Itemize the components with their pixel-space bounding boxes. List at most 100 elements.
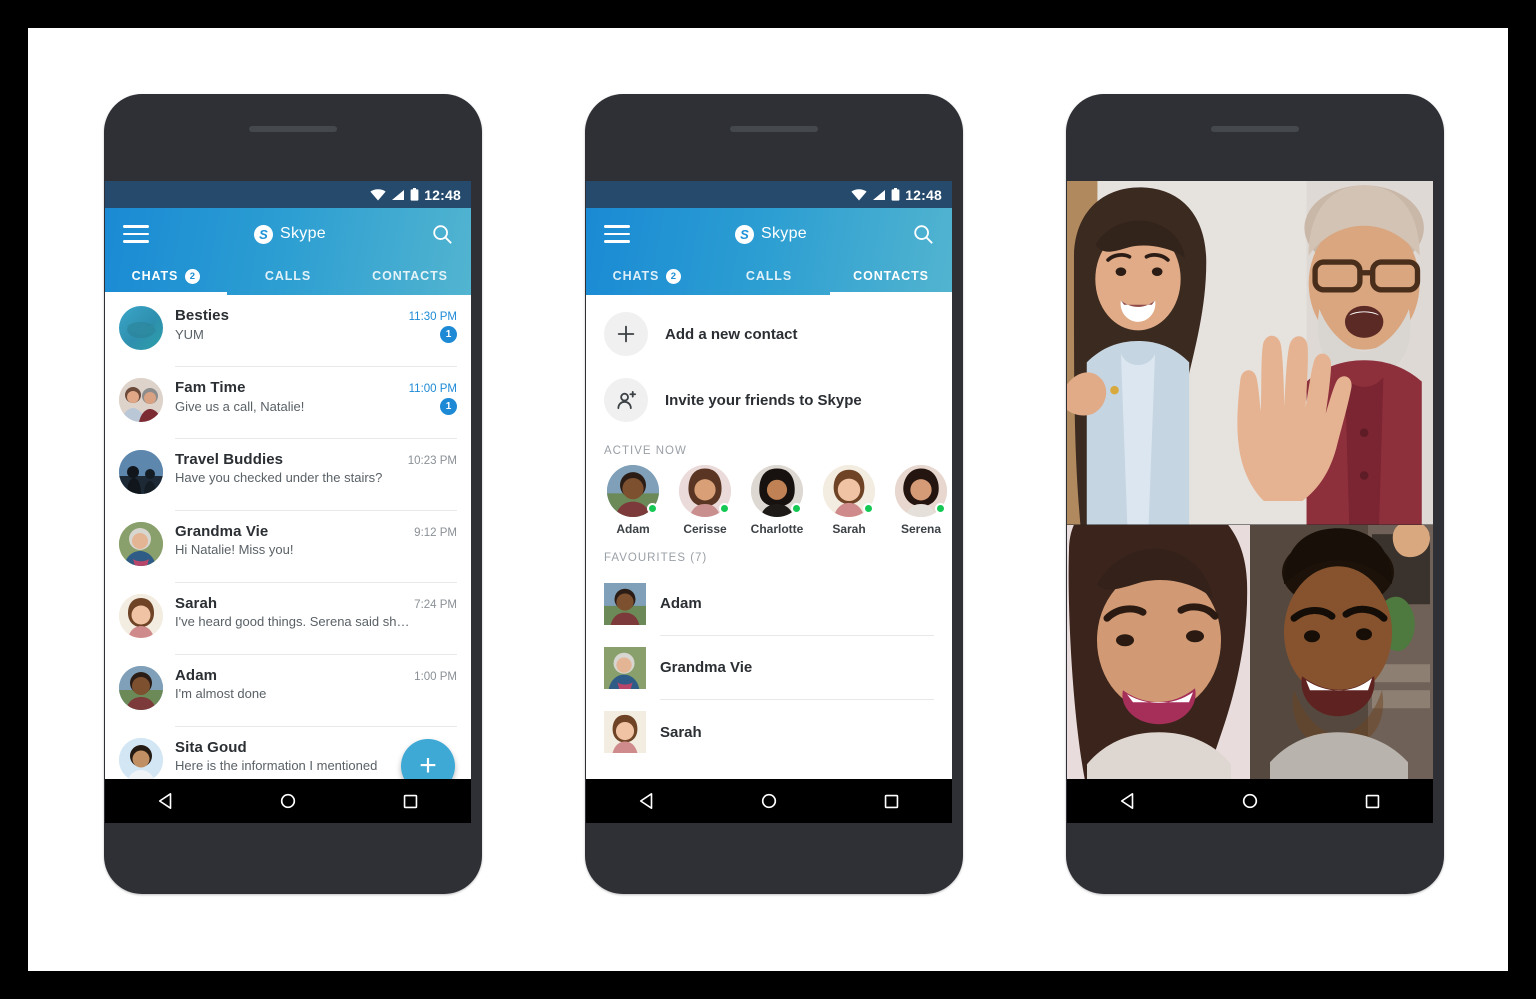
chat-snippet: I'm almost done <box>175 686 267 701</box>
chat-timestamp: 11:00 PM <box>408 383 457 395</box>
list-item[interactable]: Sarah <box>586 700 952 764</box>
cellular-signal-icon <box>392 189 405 200</box>
back-triangle-icon[interactable] <box>157 792 175 810</box>
adam-avatar <box>604 583 646 625</box>
chat-timestamp: 10:23 PM <box>407 455 457 467</box>
chat-timestamp: 1:00 PM <box>414 671 457 683</box>
list-item[interactable]: Adam <box>604 465 662 536</box>
add-new-contact-button[interactable]: Add a new contact <box>586 301 952 367</box>
video-tile-couple-waving[interactable] <box>1067 181 1433 525</box>
home-circle-icon[interactable] <box>1241 792 1259 810</box>
phone2-screen: 12:48 S Skype CHATS 2 CALLS CONTACTS Add… <box>586 181 952 823</box>
chat-name: Fam Time <box>175 379 246 396</box>
table-row[interactable]: Grandma Vie 9:12 PM Hi Natalie! Miss you… <box>105 511 471 583</box>
table-row[interactable]: Sarah 7:24 PM I've heard good things. Se… <box>105 583 471 655</box>
list-item[interactable]: Grandma Vie <box>586 636 952 700</box>
skype-brand: S Skype <box>254 224 326 244</box>
chat-snippet: Give us a call, Natalie! <box>175 399 305 414</box>
add-new-contact-label: Add a new contact <box>665 325 798 343</box>
skype-brand: S Skype <box>735 224 807 244</box>
sita-avatar <box>119 738 163 782</box>
list-item[interactable]: Serena <box>892 465 950 536</box>
earpiece-speaker <box>730 126 818 132</box>
tab-chats-badge: 2 <box>185 268 201 284</box>
android-nav-bar <box>586 779 952 823</box>
adam-avatar <box>119 666 163 710</box>
group-video-call-grid <box>1067 181 1433 779</box>
person-add-icon <box>604 378 648 422</box>
active-now-heading: ACTIVE NOW <box>604 445 687 457</box>
presence-online-dot <box>719 503 730 514</box>
phone-device-video-call <box>1066 94 1444 894</box>
skype-logo-icon: S <box>735 224 755 244</box>
chat-name: Adam <box>175 667 218 684</box>
unread-count-badge: 1 <box>440 398 457 415</box>
contact-name: Charlotte <box>750 522 804 536</box>
list-item[interactable]: Cerisse <box>676 465 734 536</box>
skype-app-header: S Skype CHATS 2 CALLS CONTACTS <box>105 208 471 295</box>
home-circle-icon[interactable] <box>279 792 297 810</box>
battery-icon <box>410 188 419 201</box>
battery-icon <box>891 188 900 201</box>
contact-name: Grandma Vie <box>660 636 934 700</box>
back-triangle-icon[interactable] <box>1119 792 1137 810</box>
contact-name: Adam <box>660 572 934 636</box>
recents-square-icon[interactable] <box>402 793 419 810</box>
wifi-icon <box>370 188 386 200</box>
chat-snippet: Here is the information I mentioned <box>175 758 378 773</box>
wifi-icon <box>851 188 867 200</box>
unread-count-badge: 1 <box>440 326 457 343</box>
chat-snippet: I've heard good things. Serena said she.… <box>175 614 410 629</box>
contact-name: Adam <box>616 522 650 536</box>
recents-square-icon[interactable] <box>1364 793 1381 810</box>
phone2-tab-bar: CHATS 2 CALLS CONTACTS <box>586 260 952 295</box>
list-item[interactable]: Adam <box>586 572 952 636</box>
chat-timestamp: 11:30 PM <box>408 311 457 323</box>
grandma-avatar <box>604 647 646 689</box>
invite-friends-button[interactable]: Invite your friends to Skype <box>586 367 952 433</box>
hamburger-menu-icon[interactable] <box>123 220 149 248</box>
table-row[interactable]: Travel Buddies 10:23 PM Have you checked… <box>105 439 471 511</box>
skype-app-header: S Skype CHATS 2 CALLS CONTACTS <box>586 208 952 295</box>
home-circle-icon[interactable] <box>760 792 778 810</box>
phone3-screen <box>1067 181 1433 823</box>
chat-snippet: Hi Natalie! Miss you! <box>175 542 294 557</box>
tab-chats-badge: 2 <box>666 268 682 284</box>
grandma-avatar <box>119 522 163 566</box>
recents-square-icon[interactable] <box>883 793 900 810</box>
chat-name: Besties <box>175 307 230 324</box>
travel-group-avatar <box>119 450 163 494</box>
tab-chats[interactable]: CHATS 2 <box>105 260 227 295</box>
back-triangle-icon[interactable] <box>638 792 656 810</box>
contact-name: Sarah <box>832 522 866 536</box>
tab-calls[interactable]: CALLS <box>227 260 349 295</box>
video-tile-man-smiling[interactable] <box>1250 524 1433 779</box>
table-row[interactable]: Fam Time 11:00 PM Give us a call, Natali… <box>105 367 471 439</box>
tab-chats[interactable]: CHATS 2 <box>586 260 708 295</box>
tab-contacts[interactable]: CONTACTS <box>349 260 471 295</box>
tab-calls-label: CALLS <box>745 269 793 283</box>
chat-name: Sita Goud <box>175 739 247 756</box>
list-item[interactable]: Sarah <box>820 465 878 536</box>
tab-contacts[interactable]: CONTACTS <box>830 260 952 295</box>
chat-timestamp: 9:12 PM <box>414 527 457 539</box>
presence-online-dot <box>863 503 874 514</box>
phone-device-contacts: 12:48 S Skype CHATS 2 CALLS CONTACTS Add… <box>585 94 963 894</box>
tab-chats-label: CHATS <box>612 269 660 283</box>
earpiece-speaker <box>249 126 337 132</box>
table-row[interactable]: Adam 1:00 PM I'm almost done <box>105 655 471 727</box>
hamburger-menu-icon[interactable] <box>604 220 630 248</box>
search-icon[interactable] <box>431 223 453 245</box>
table-row[interactable]: Besties 11:30 PM YUM 1 <box>105 295 471 367</box>
active-now-strip[interactable]: Adam Cerisse Charlotte Sarah Serena <box>586 465 952 536</box>
tab-calls[interactable]: CALLS <box>708 260 830 295</box>
presence-online-dot <box>791 503 802 514</box>
app-title: Skype <box>761 225 807 242</box>
chat-name: Travel Buddies <box>175 451 284 468</box>
android-status-bar: 12:48 <box>105 181 471 208</box>
cellular-signal-icon <box>873 189 886 200</box>
video-tile-woman-smiling[interactable] <box>1067 524 1250 779</box>
android-status-bar: 12:48 <box>586 181 952 208</box>
list-item[interactable]: Charlotte <box>748 465 806 536</box>
search-icon[interactable] <box>912 223 934 245</box>
